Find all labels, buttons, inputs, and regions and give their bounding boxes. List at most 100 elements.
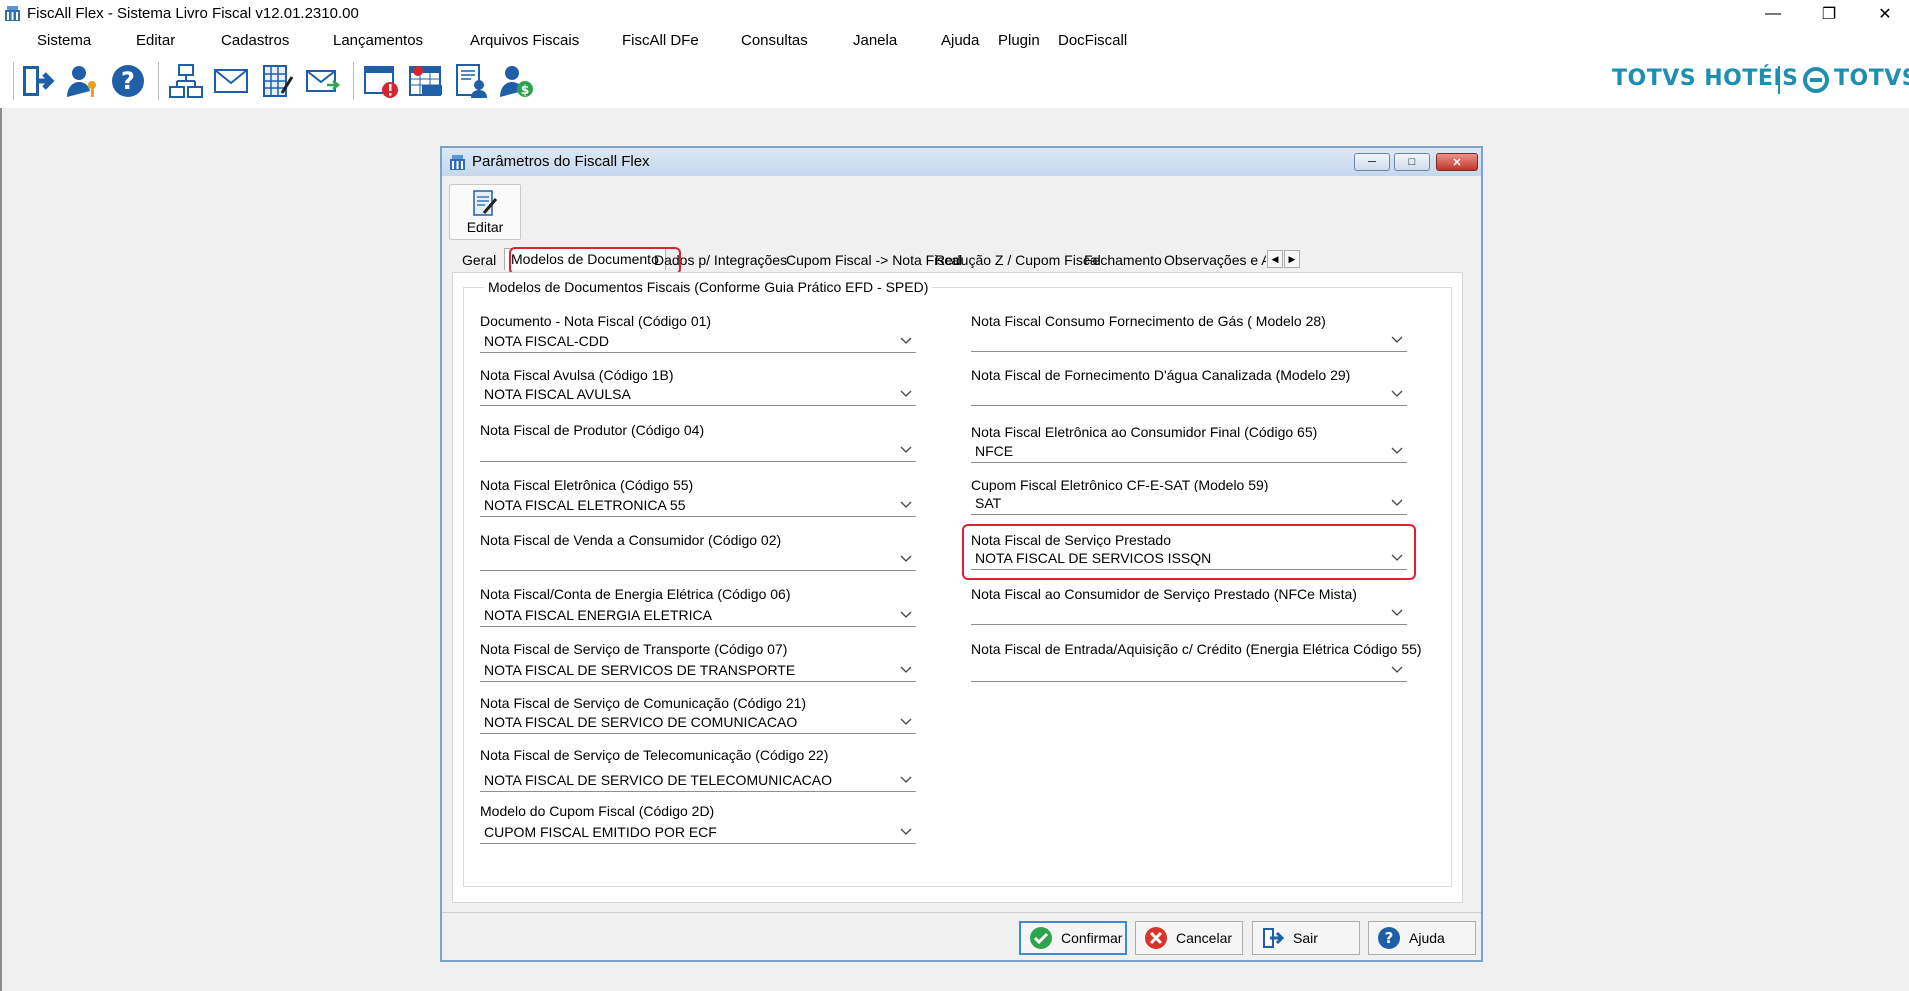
select-nfce-65[interactable]: NFCE	[971, 440, 1407, 463]
exit-toolbar-button[interactable]	[17, 60, 59, 102]
chevron-down-icon	[1391, 336, 1403, 343]
chevron-down-icon	[900, 337, 912, 344]
field-label-nf-gas-28: Nota Fiscal Consumo Fornecimento de Gás …	[971, 313, 1326, 329]
select-nf-01[interactable]: NOTA FISCAL-CDD	[480, 330, 916, 353]
select-nf-04[interactable]	[480, 439, 916, 462]
close-icon: ✕	[1452, 156, 1462, 169]
tab-scroll-left-button[interactable]: ◀	[1267, 250, 1283, 268]
chevron-down-icon	[900, 828, 912, 835]
cancel-button[interactable]: Cancelar	[1135, 921, 1243, 955]
field-label-nf-22: Nota Fiscal de Serviço de Telecomunicaçã…	[480, 747, 829, 763]
menu-lancamentos[interactable]: Lançamentos	[333, 32, 423, 49]
close-button[interactable]: ✕	[1857, 0, 1909, 28]
cancel-label: Cancelar	[1176, 930, 1233, 946]
calendar-icms-icon	[409, 66, 442, 96]
mail-icon	[214, 69, 248, 93]
dialog-minimize-button[interactable]: ─	[1354, 153, 1390, 171]
calendar-icms-toolbar-button[interactable]	[405, 60, 447, 102]
tab-scroll-right-button[interactable]: ▶	[1284, 250, 1300, 268]
confirm-button[interactable]: Confirmar	[1019, 921, 1127, 955]
select-cupom-2d[interactable]: CUPOM FISCAL EMITIDO POR ECF	[480, 821, 916, 844]
dialog-close-button[interactable]: ✕	[1436, 153, 1478, 171]
field-label-nf-1b: Nota Fiscal Avulsa (Código 1B)	[480, 367, 674, 383]
menu-editar[interactable]: Editar	[136, 32, 175, 49]
brand-divider	[1778, 66, 1780, 94]
exit-button[interactable]: Sair	[1252, 921, 1360, 955]
chevron-down-icon	[900, 666, 912, 673]
dialog-titlebar[interactable]: Parâmetros do Fiscall Flex ─ □ ✕	[442, 148, 1481, 176]
tab-observacoes[interactable]: Observações e Ajus	[1164, 252, 1266, 268]
menu-ajuda[interactable]: Ajuda	[941, 32, 979, 49]
menu-bar: Sistema Editar Cadastros Lançamentos Arq…	[0, 28, 1909, 55]
menu-fiscall-dfe[interactable]: FiscAll DFe	[622, 32, 699, 49]
help-label: Ajuda	[1409, 930, 1445, 946]
mail-toolbar-button[interactable]	[210, 60, 252, 102]
minimize-icon: —	[1765, 5, 1781, 22]
select-nf-22[interactable]: NOTA FISCAL DE SERVICO DE TELECOMUNICACA…	[480, 769, 916, 792]
toolbar-separator	[353, 62, 354, 100]
cancel-icon	[1145, 927, 1167, 949]
user-money-icon: $	[500, 66, 533, 97]
field-label-sat-59: Cupom Fiscal Eletrônico CF-E-SAT (Modelo…	[971, 477, 1269, 493]
menu-janela[interactable]: Janela	[853, 32, 897, 49]
select-nf-55[interactable]: NOTA FISCAL ELETRONICA 55	[480, 494, 916, 517]
parametros-dialog: Parâmetros do Fiscall Flex ─ □ ✕ Editar …	[440, 146, 1483, 962]
minimize-button[interactable]: —	[1745, 0, 1801, 28]
brand-totvs: TOTVS	[1834, 66, 1909, 91]
field-label-nf-06: Nota Fiscal/Conta de Energia Elétrica (C…	[480, 586, 791, 602]
field-label-nf-55: Nota Fiscal Eletrônica (Código 55)	[480, 477, 694, 493]
select-nf-agua-29[interactable]	[971, 383, 1407, 406]
field-label-nfce-65: Nota Fiscal Eletrônica ao Consumidor Fin…	[971, 424, 1318, 440]
totvs-logo-icon	[1803, 67, 1829, 93]
menu-sistema[interactable]: Sistema	[37, 32, 91, 49]
field-label-nf-04: Nota Fiscal de Produtor (Código 04)	[480, 422, 705, 438]
user-report-toolbar-button[interactable]	[450, 60, 492, 102]
minimize-icon: ─	[1368, 156, 1376, 168]
tab-geral[interactable]: Geral	[462, 252, 496, 268]
send-mail-toolbar-button[interactable]	[302, 60, 344, 102]
exit-icon	[23, 66, 55, 96]
tab-fechamento[interactable]: Fechamento	[1084, 252, 1162, 268]
select-nf-entrada-credito[interactable]	[971, 659, 1407, 682]
help-toolbar-button[interactable]: ?	[107, 60, 149, 102]
chevron-down-icon	[900, 611, 912, 618]
calendar-alert-toolbar-button[interactable]	[360, 60, 402, 102]
select-nf-gas-28[interactable]	[971, 329, 1407, 352]
menu-consultas[interactable]: Consultas	[741, 32, 808, 49]
menu-docfiscall[interactable]: DocFiscall	[1058, 32, 1127, 49]
select-value: NOTA FISCAL DE SERVICO DE TELECOMUNICACA…	[484, 772, 832, 788]
select-value: SAT	[975, 495, 1002, 511]
select-nf-06[interactable]: NOTA FISCAL ENERGIA ELETRICA	[480, 604, 916, 627]
tab-reducao-z[interactable]: Redução Z / Cupom Fiscal	[935, 252, 1101, 268]
menu-plugin[interactable]: Plugin	[998, 32, 1040, 49]
check-icon	[1030, 927, 1052, 949]
select-nf-1b[interactable]: NOTA FISCAL AVULSA	[480, 383, 916, 406]
select-value: NOTA FISCAL ENERGIA ELETRICA	[484, 607, 712, 623]
user-key-toolbar-button[interactable]	[62, 60, 104, 102]
restore-button[interactable]: ❐	[1801, 0, 1857, 28]
document-grid-toolbar-button[interactable]	[257, 60, 299, 102]
chevron-down-icon	[900, 446, 912, 453]
svg-text:?: ?	[121, 67, 135, 95]
select-nf-21[interactable]: NOTA FISCAL DE SERVICO DE COMUNICACAO	[480, 711, 916, 734]
select-nf-07[interactable]: NOTA FISCAL DE SERVICOS DE TRANSPORTE	[480, 659, 916, 682]
select-sat-59[interactable]: SAT	[971, 492, 1407, 515]
select-nfce-mista[interactable]	[971, 602, 1407, 625]
dialog-maximize-button[interactable]: □	[1394, 153, 1430, 171]
calendar-alert-icon	[364, 66, 398, 98]
help-button[interactable]: ? Ajuda	[1368, 921, 1476, 955]
app-title: FiscAll Flex - Sistema Livro Fiscal v12.…	[27, 5, 359, 22]
maximize-icon: □	[1408, 156, 1416, 168]
select-nf-02[interactable]	[480, 548, 916, 571]
edit-button[interactable]: Editar	[449, 184, 521, 240]
select-value: CUPOM FISCAL EMITIDO POR ECF	[484, 824, 717, 840]
menu-arquivos-fiscais[interactable]: Arquivos Fiscais	[470, 32, 579, 49]
select-value: NOTA FISCAL DE SERVICOS DE TRANSPORTE	[484, 662, 796, 678]
menu-cadastros[interactable]: Cadastros	[221, 32, 289, 49]
network-toolbar-button[interactable]	[165, 60, 207, 102]
svg-text:?: ?	[1385, 929, 1394, 947]
servico-prestado-highlight	[962, 524, 1416, 580]
edit-document-icon	[473, 190, 498, 216]
exit-door-icon	[1263, 928, 1285, 948]
user-money-toolbar-button[interactable]: $	[495, 60, 537, 102]
